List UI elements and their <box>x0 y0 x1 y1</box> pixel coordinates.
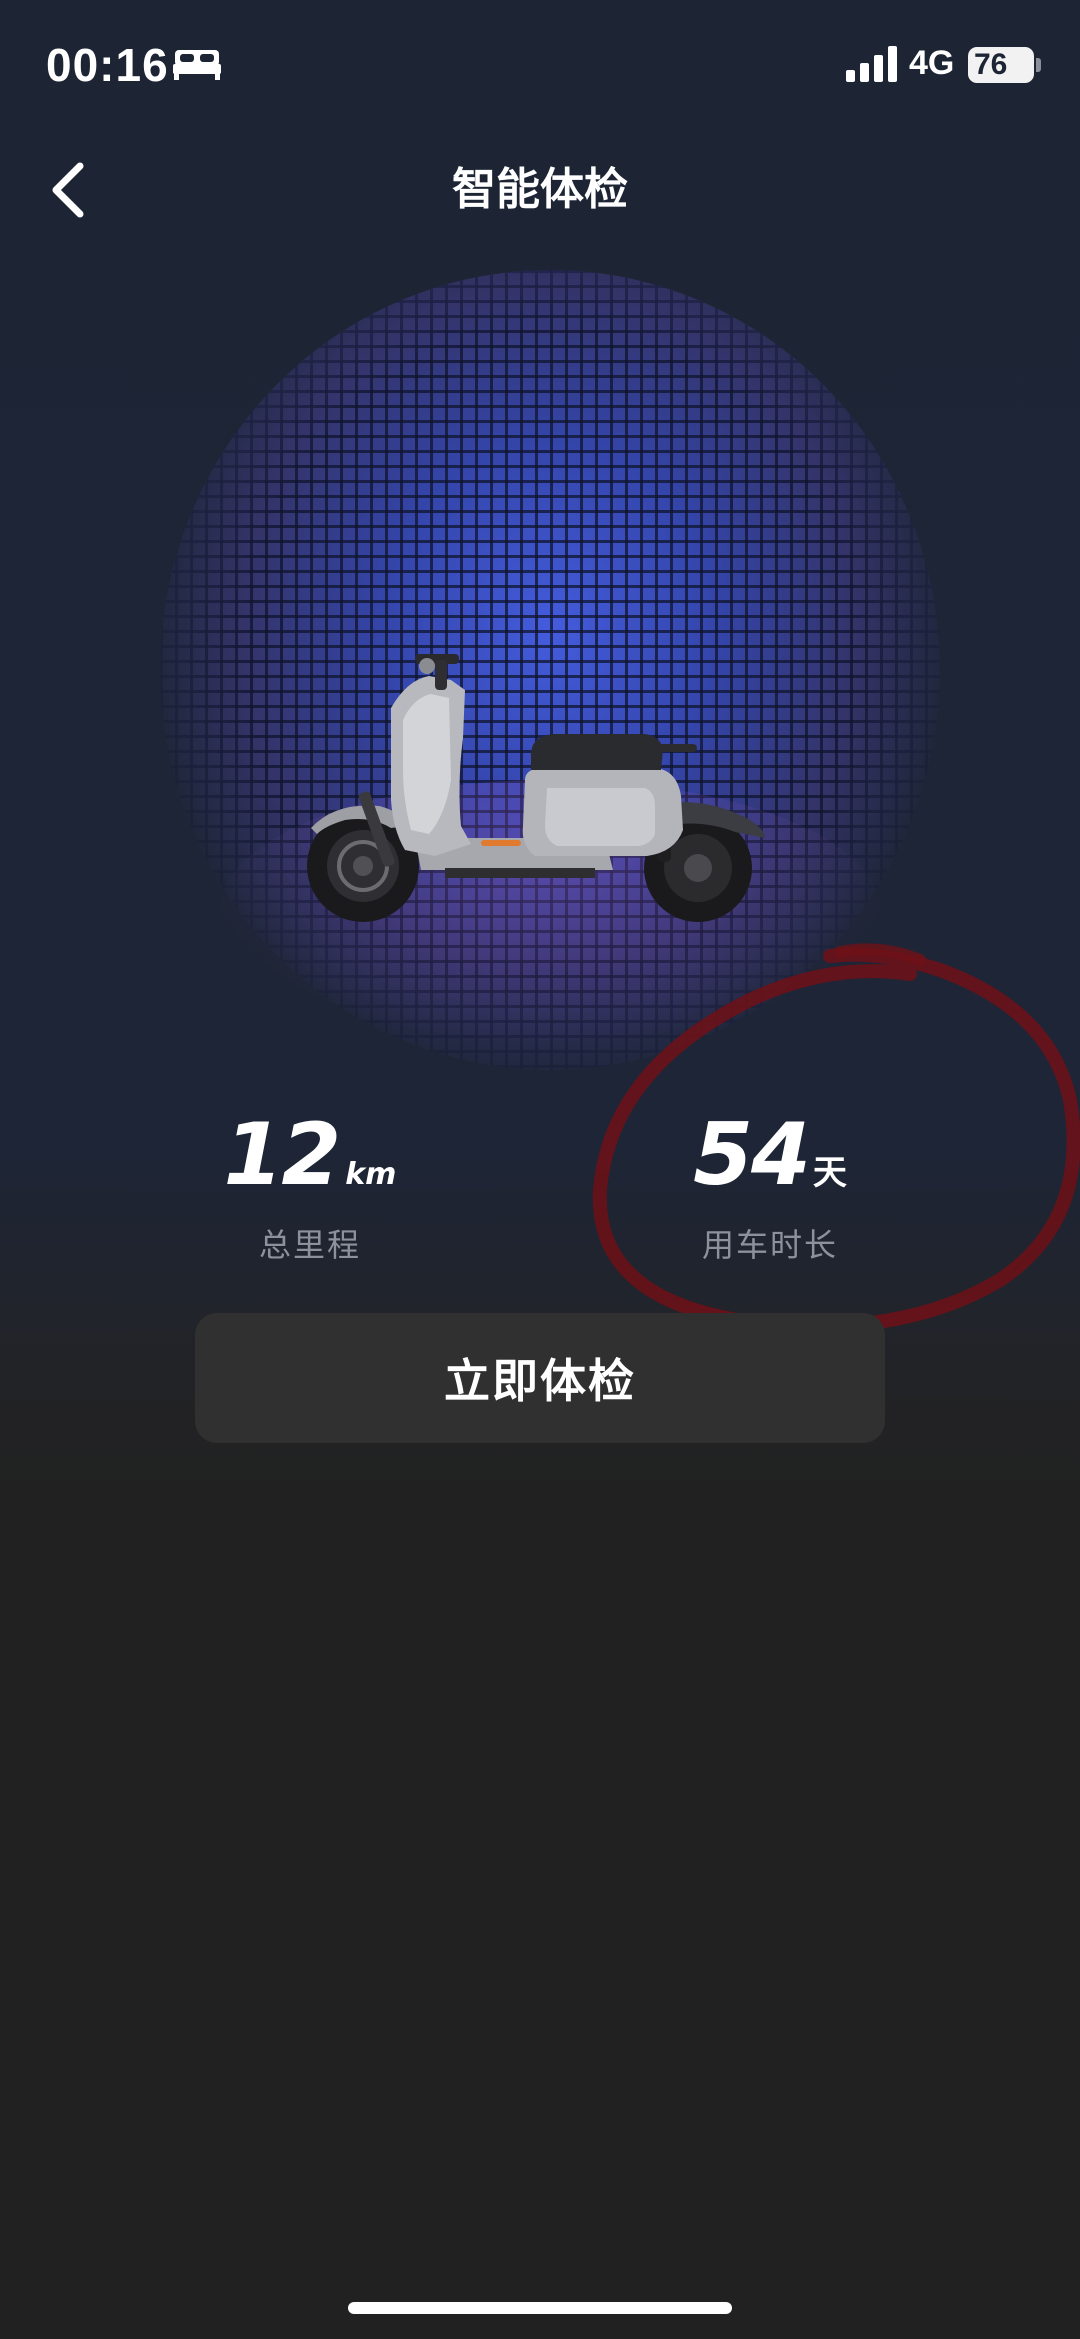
mileage-value: 12 <box>223 1105 342 1205</box>
network-type: 4G <box>909 44 955 82</box>
home-indicator[interactable] <box>348 2302 732 2314</box>
status-bar: 00:16 4G 76 <box>0 0 1080 130</box>
signal-icon <box>846 46 897 82</box>
usage-days-label: 用车时长 <box>701 1226 838 1264</box>
bed-icon <box>173 50 221 80</box>
mileage-unit: km <box>345 1157 397 1192</box>
health-check-screen: 00:16 4G 76 智能体检 12 km 总里程 54 天 用车时长 立即体… <box>0 0 1080 2339</box>
stat-total-mileage: 12 km 总里程 <box>160 1100 460 1266</box>
status-time: 00:16 <box>46 39 169 91</box>
battery-cap <box>1036 58 1041 72</box>
battery-level: 76 <box>974 48 1008 81</box>
page-title: 智能体检 <box>452 164 628 215</box>
stat-usage-duration: 54 天 用车时长 <box>620 1100 920 1266</box>
usage-days-unit: 天 <box>812 1153 847 1193</box>
battery-icon: 76 <box>968 47 1034 83</box>
mileage-label: 总里程 <box>258 1226 361 1264</box>
usage-days-value: 54 <box>693 1105 811 1205</box>
scooter-image <box>307 654 765 922</box>
check-now-button[interactable]: 立即体检 <box>195 1313 885 1443</box>
